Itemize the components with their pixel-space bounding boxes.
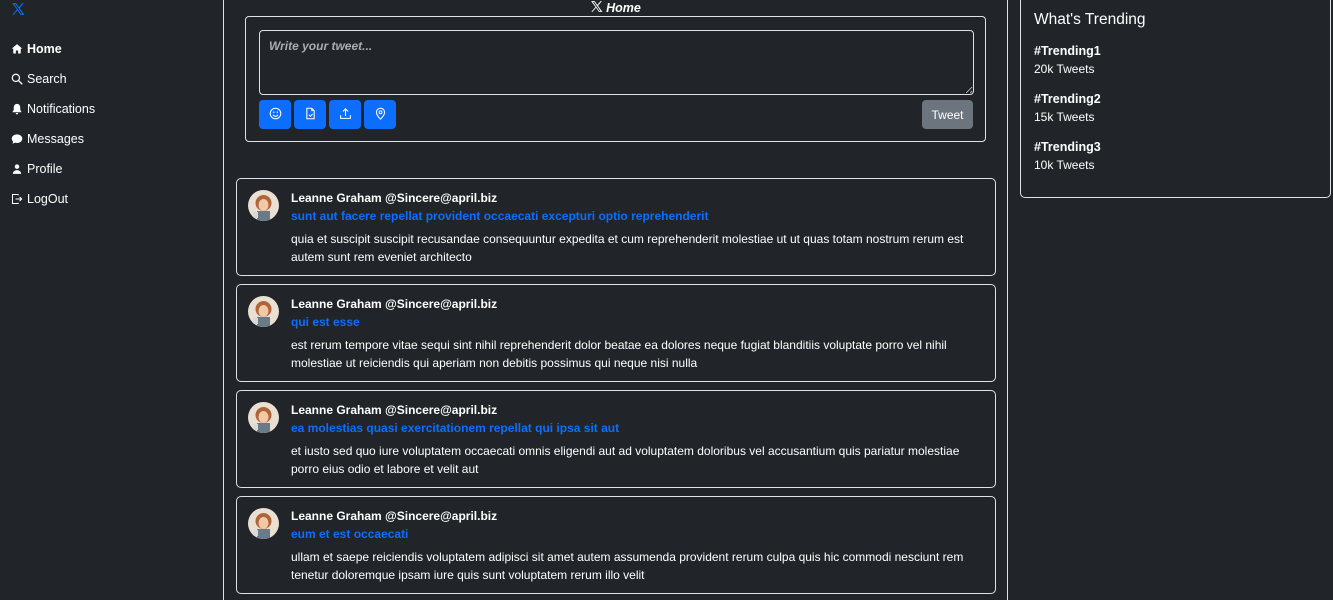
attach-file-button[interactable] [294,100,326,129]
tweet-author[interactable]: Leanne Graham @Sincere@april.biz [291,403,497,417]
sidebar-item-label: Notifications [27,102,96,116]
sidebar-item-home[interactable]: Home [11,34,95,64]
file-icon [304,107,317,123]
upload-icon [339,107,352,123]
x-logo-icon [590,0,606,16]
tweet-input[interactable] [259,30,974,95]
tweet-composer: Tweet [245,16,986,142]
logout-icon [11,193,23,205]
home-icon [11,43,23,55]
emoji-button[interactable] [259,100,291,129]
trend-item[interactable]: #Trending3 10k Tweets [1034,138,1317,174]
tweet-card[interactable]: Leanne Graham @Sincere@april.biz qui est… [236,284,996,382]
tweet-feed: Leanne Graham @Sincere@april.biz sunt au… [236,178,996,600]
trend-tag[interactable]: #Trending3 [1034,138,1317,156]
avatar[interactable] [248,508,279,539]
person-icon [11,163,23,175]
trend-count: 20k Tweets [1034,62,1095,76]
tweet-button[interactable]: Tweet [922,100,973,129]
sidebar: Home Search Notifications Messages Profi… [0,0,223,600]
sidebar-item-label: Search [27,72,67,86]
tweet-card[interactable]: Leanne Graham @Sincere@april.biz ea mole… [236,390,996,488]
sidebar-item-label: LogOut [27,192,69,206]
sidebar-item-notifications[interactable]: Notifications [11,94,95,124]
tweet-title: sunt aut facere repellat provident occae… [291,209,709,223]
tweet-body: et iusto sed quo iure voluptatem occaeca… [291,444,960,476]
trend-count: 10k Tweets [1034,158,1095,172]
trend-count: 15k Tweets [1034,110,1095,124]
bell-icon [11,103,23,115]
tweet-body: quia et suscipit suscipit recusandae con… [291,232,964,264]
sidebar-item-label: Home [27,42,62,56]
app: Home Search Notifications Messages Profi… [0,0,1333,600]
trend-tag[interactable]: #Trending2 [1034,90,1317,108]
tweet-title: ea molestias quasi exercitationem repell… [291,421,620,435]
location-icon [374,107,387,123]
avatar[interactable] [248,402,279,433]
main-column: Home Write your tweet... Tweet Leanne Gr… [223,0,1008,600]
tweet-card[interactable]: Leanne Graham @Sincere@april.biz eum et … [236,496,996,594]
upload-button[interactable] [329,100,361,129]
tweet-card[interactable]: Leanne Graham @Sincere@april.biz sunt au… [236,178,996,276]
page-header: Home [224,0,1007,16]
tweet-title: eum et est occaecati [291,527,409,541]
tweet-author[interactable]: Leanne Graham @Sincere@april.biz [291,191,497,205]
trending-panel: What's Trending #Trending1 20k Tweets #T… [1020,0,1331,198]
trend-item[interactable]: #Trending1 20k Tweets [1034,42,1317,78]
sidebar-item-logout[interactable]: LogOut [11,184,95,214]
tweet-author[interactable]: Leanne Graham @Sincere@april.biz [291,297,497,311]
search-icon [11,73,23,85]
tweet-body: ullam et saepe reiciendis voluptatem adi… [291,550,964,582]
sidebar-item-messages[interactable]: Messages [11,124,95,154]
chat-icon [11,133,23,145]
sidebar-item-profile[interactable]: Profile [11,154,95,184]
tweet-title: qui est esse [291,315,360,329]
trend-tag[interactable]: #Trending1 [1034,42,1317,60]
tweet-author[interactable]: Leanne Graham @Sincere@april.biz [291,509,497,523]
page-title: Home [606,1,641,15]
sidebar-item-label: Profile [27,162,63,176]
trending-title: What's Trending [1034,11,1146,28]
x-logo-icon[interactable] [11,2,25,16]
sidebar-item-label: Messages [27,132,84,146]
avatar[interactable] [248,190,279,221]
tweet-body: est rerum tempore vitae sequi sint nihil… [291,338,947,370]
emoji-icon [269,107,282,123]
location-button[interactable] [364,100,396,129]
avatar[interactable] [248,296,279,327]
sidebar-item-search[interactable]: Search [11,64,95,94]
trend-item[interactable]: #Trending2 15k Tweets [1034,90,1317,126]
sidebar-nav: Home Search Notifications Messages Profi… [11,34,95,214]
